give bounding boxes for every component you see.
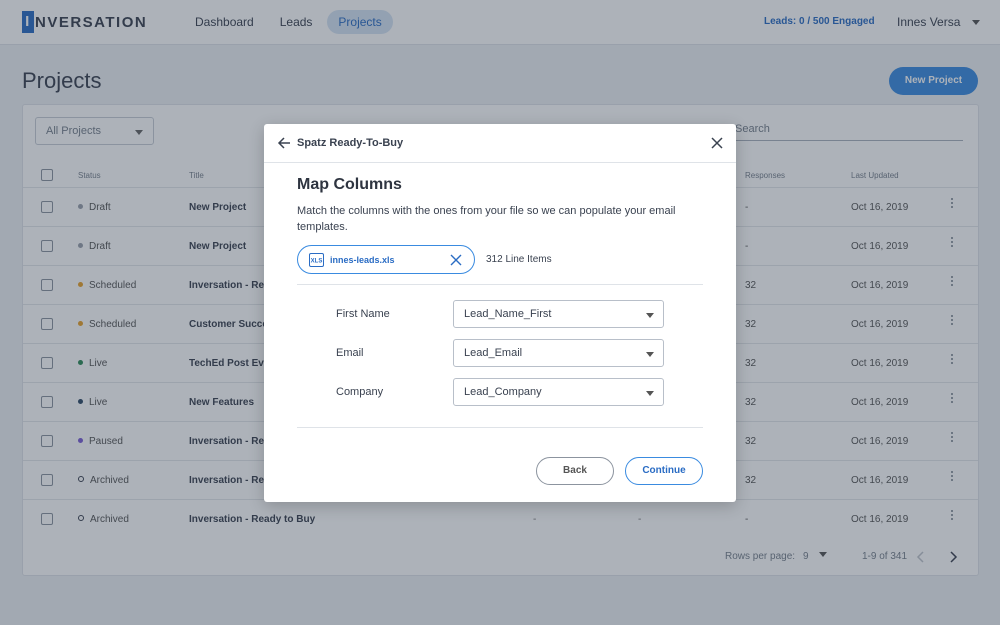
back-button[interactable]: Back xyxy=(536,457,614,485)
line-items-count: 312 Line Items xyxy=(486,254,552,265)
chevron-down-icon xyxy=(646,313,654,318)
mapping-select-company[interactable]: Lead_Company xyxy=(453,378,664,406)
mapping-select-value: Lead_Name_First xyxy=(464,308,552,320)
dialog-title: Spatz Ready-To-Buy xyxy=(297,137,404,149)
map-columns-description: Match the columns with the ones from you… xyxy=(297,205,676,233)
mapping-select-first-name[interactable]: Lead_Name_First xyxy=(453,300,664,328)
uploaded-file-name: innes-leads.xls xyxy=(330,255,395,265)
chevron-down-icon xyxy=(646,391,654,396)
mapping-select-value: Lead_Email xyxy=(464,347,523,359)
mapping-label-first-name: First Name xyxy=(336,308,390,320)
map-columns-dialog: Spatz Ready-To-Buy Map Columns Match the… xyxy=(264,124,736,502)
map-columns-heading: Map Columns xyxy=(297,176,402,193)
remove-file-icon[interactable] xyxy=(450,254,462,266)
mapping-label-email: Email xyxy=(336,347,364,359)
close-icon[interactable] xyxy=(710,136,724,150)
continue-button[interactable]: Continue xyxy=(625,457,703,485)
xls-file-icon: XLS xyxy=(309,253,324,267)
xls-icon-text: XLS xyxy=(311,259,323,265)
divider xyxy=(297,427,703,428)
mapping-select-value: Lead_Company xyxy=(464,386,542,398)
arrow-left-icon[interactable] xyxy=(277,136,291,150)
dialog-header: Spatz Ready-To-Buy xyxy=(264,124,736,163)
chevron-down-icon xyxy=(646,352,654,357)
mapping-label-company: Company xyxy=(336,386,384,398)
mapping-select-email[interactable]: Lead_Email xyxy=(453,339,664,367)
uploaded-file-chip[interactable]: XLS innes-leads.xls xyxy=(297,245,475,274)
divider xyxy=(297,284,703,285)
